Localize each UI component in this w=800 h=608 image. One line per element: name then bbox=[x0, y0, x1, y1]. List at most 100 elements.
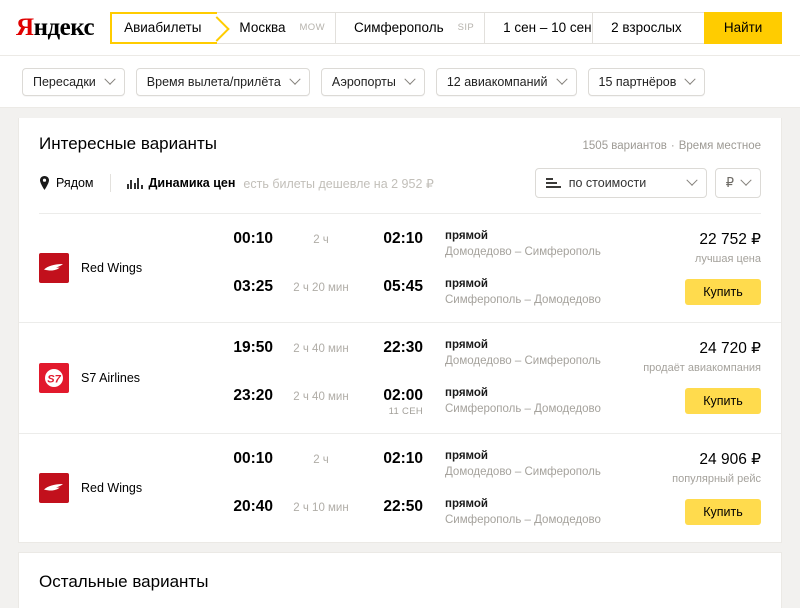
chevron-down-icon bbox=[686, 174, 698, 186]
tab-avia-tickets[interactable]: Авиабилеты bbox=[110, 11, 218, 44]
other-options-title: Остальные варианты bbox=[39, 572, 209, 592]
airports-label: Симферополь – Домодедово bbox=[445, 514, 601, 527]
red-wings-logo bbox=[39, 473, 69, 504]
airports-label: Домодедово – Симферополь bbox=[445, 466, 601, 479]
depart-time: 00:10 bbox=[233, 230, 273, 247]
filter-transfers-label: Пересадки bbox=[33, 74, 96, 89]
other-options-card: Остальные варианты bbox=[18, 552, 782, 608]
toolbar-divider bbox=[109, 174, 111, 192]
destination-input[interactable]: Симферополь SIP bbox=[334, 12, 485, 43]
carrier-name: Red Wings bbox=[81, 261, 143, 275]
duration: 2 ч 20 мин bbox=[293, 282, 349, 294]
filter-airlines[interactable]: 12 авиакомпаний bbox=[435, 67, 577, 96]
timezone-note: Время местное bbox=[678, 140, 761, 152]
map-pin-icon bbox=[40, 176, 49, 190]
arrive-time: 22:50 bbox=[383, 498, 423, 516]
results-header: Интересные варианты 1505 вариантов · Время… bbox=[19, 118, 781, 214]
arrive-date: 11 СЕН bbox=[388, 406, 423, 418]
arrive-time: 22:30 bbox=[383, 339, 423, 356]
search-bar: Авиабилеты Москва MOW Симферополь SIP 1 … bbox=[110, 11, 783, 44]
depart-time: 00:10 bbox=[233, 450, 273, 468]
main-content: Интересные варианты 1505 вариантов · Время… bbox=[0, 108, 800, 608]
duration: 2 ч 40 мин bbox=[293, 391, 349, 403]
search-submit-button[interactable]: Найти bbox=[704, 11, 783, 44]
chevron-down-icon bbox=[740, 174, 752, 186]
duration: 2 ч 10 мин bbox=[293, 502, 349, 515]
results-toolbar: Рядом Динамика цен есть билеты дешевле н… bbox=[39, 168, 761, 214]
price-cell: 22 752 ₽ лучшая цена Купить bbox=[611, 230, 761, 306]
depart-time: 20:40 bbox=[233, 498, 273, 516]
origin-value: Москва bbox=[239, 20, 286, 35]
sort-select[interactable]: по стоимости bbox=[534, 168, 707, 198]
chevron-down-icon bbox=[289, 73, 301, 85]
carrier-name: Red Wings bbox=[81, 481, 143, 496]
carrier-name: S7 Airlines bbox=[81, 371, 141, 386]
route-cell: прямой Домодедово – Симферополь bbox=[445, 230, 601, 258]
price-cell: 24 906 ₽ популярный рейс Купить bbox=[611, 450, 761, 526]
price-value: 24 906 ₽ bbox=[699, 451, 761, 469]
flight-row[interactable]: S7 S7 Airlines 19:50 2 ч 40 мин 22:30 пр… bbox=[19, 323, 781, 435]
destination-value: Симферополь bbox=[353, 20, 444, 35]
price-value: 24 720 ₽ bbox=[699, 340, 761, 357]
destination-code: SIP bbox=[457, 22, 475, 33]
route-cell: прямой Симферополь – Домодедово bbox=[445, 387, 601, 415]
filter-transfers[interactable]: Пересадки bbox=[22, 67, 125, 96]
segment-outbound: 00:10 2 ч 02:10 прямой Домодедово – Симф… bbox=[219, 230, 611, 258]
price-dynamics-toggle[interactable]: Динамика цен bbox=[126, 176, 236, 190]
price-note: популярный рейс bbox=[672, 473, 761, 486]
buy-button[interactable]: Купить bbox=[685, 279, 761, 305]
buy-button[interactable]: Купить bbox=[685, 388, 761, 414]
route-cell: прямой Симферополь – Домодедово bbox=[445, 498, 601, 526]
airports-label: Симферополь – Домодедово bbox=[445, 403, 601, 415]
depart-time: 23:20 bbox=[233, 387, 273, 404]
stops-label: прямой bbox=[445, 278, 488, 290]
flight-row[interactable]: Red Wings 00:10 2 ч 02:10 прямой Домодед… bbox=[19, 214, 781, 323]
dates-input[interactable]: 1 сен – 10 сен bbox=[484, 12, 593, 43]
segment-return: 03:25 2 ч 20 мин 05:45 прямой Симферопол… bbox=[219, 278, 611, 306]
segment-return: 20:40 2 ч 10 мин 22:50 прямой Симферопол… bbox=[219, 498, 611, 526]
s7-circle-icon: S7 bbox=[45, 369, 63, 388]
segments-cell: 00:10 2 ч 02:10 прямой Домодедово – Симф… bbox=[219, 230, 611, 306]
filter-airports-label: Аэропорты bbox=[331, 74, 396, 89]
carrier-cell: Red Wings bbox=[39, 450, 219, 526]
red-wings-logo bbox=[39, 253, 69, 283]
stops-label: прямой bbox=[445, 387, 488, 399]
stops-label: прямой bbox=[445, 230, 488, 242]
filter-airlines-label: 12 авиакомпаний bbox=[446, 74, 548, 89]
passengers-input[interactable]: 2 взрослых bbox=[592, 12, 705, 43]
yandex-logo[interactable]: Яндекс bbox=[16, 15, 95, 40]
chevron-down-icon bbox=[684, 73, 697, 85]
airports-label: Домодедово – Симферополь bbox=[445, 355, 601, 367]
dates-value: 1 сен – 10 сен bbox=[503, 20, 592, 35]
arrive-time: 05:45 bbox=[383, 278, 423, 295]
segment-return: 23:20 2 ч 40 мин 02:00 11 СЕН прямой Сим… bbox=[219, 387, 611, 417]
chevron-down-icon bbox=[555, 73, 568, 85]
route-cell: прямой Домодедово – Симферополь bbox=[445, 450, 601, 478]
bar-chart-icon bbox=[126, 177, 143, 189]
buy-button[interactable]: Купить bbox=[685, 499, 761, 526]
price-value: 22 752 ₽ bbox=[699, 231, 761, 248]
wing-icon bbox=[44, 484, 63, 492]
origin-input[interactable]: Москва MOW bbox=[217, 12, 335, 43]
filter-times[interactable]: Время вылета/прилёта bbox=[135, 67, 310, 96]
segments-cell: 00:10 2 ч 02:10 прямой Домодедово – Симф… bbox=[219, 450, 611, 526]
results-count: 1505 вариантов bbox=[582, 140, 667, 152]
stops-label: прямой bbox=[445, 339, 488, 351]
passengers-value: 2 взрослых bbox=[611, 20, 682, 35]
currency-select[interactable]: ₽ bbox=[714, 168, 761, 198]
filter-airports[interactable]: Аэропорты bbox=[320, 67, 425, 96]
chevron-down-icon bbox=[404, 73, 416, 85]
flight-row[interactable]: Red Wings 00:10 2 ч 02:10 прямой Домодед… bbox=[19, 434, 781, 542]
segment-outbound: 19:50 2 ч 40 мин 22:30 прямой Домодедово… bbox=[219, 339, 611, 367]
currency-select-value: ₽ bbox=[725, 175, 734, 190]
sort-select-value: по стоимости bbox=[568, 176, 647, 190]
page-title: Интересные варианты bbox=[39, 134, 217, 153]
nearby-toggle[interactable]: Рядом bbox=[39, 176, 94, 190]
stops-label: прямой bbox=[445, 498, 488, 511]
depart-time: 19:50 bbox=[233, 339, 273, 356]
s7-airlines-logo: S7 bbox=[39, 363, 69, 394]
filter-partners[interactable]: 15 партнёров bbox=[587, 67, 706, 96]
price-cell: 24 720 ₽ продаёт авиакомпания Купить bbox=[611, 339, 761, 417]
price-dynamics-label: Динамика цен bbox=[148, 176, 236, 190]
meta-separator: · bbox=[670, 140, 675, 152]
